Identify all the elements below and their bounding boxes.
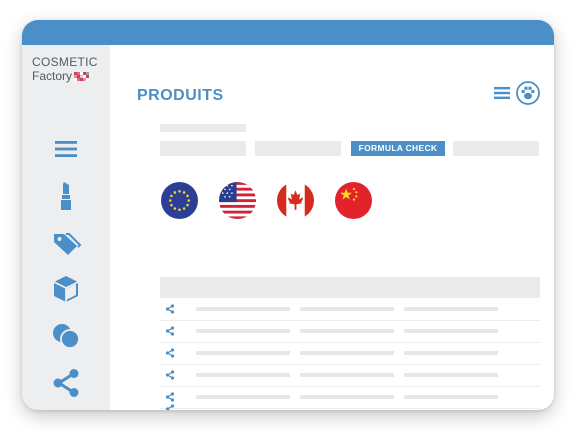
canada-flag-icon[interactable] xyxy=(277,182,314,219)
tags-icon[interactable] xyxy=(50,228,82,260)
share-icon[interactable] xyxy=(165,326,175,336)
share-icon[interactable] xyxy=(50,367,82,399)
table-cell xyxy=(196,373,290,377)
share-icon[interactable] xyxy=(165,304,175,314)
sidebar: COSMETIC Factory xyxy=(22,45,110,410)
table-cell xyxy=(300,329,394,333)
table-cell xyxy=(404,307,498,311)
table-cell xyxy=(404,395,498,399)
table-cell xyxy=(300,395,394,399)
share-icon[interactable] xyxy=(165,392,175,402)
china-flag-icon[interactable] xyxy=(335,182,372,219)
share-icon[interactable] xyxy=(165,404,175,410)
table-cell xyxy=(404,351,498,355)
region-flags xyxy=(161,182,372,219)
table-row[interactable] xyxy=(160,404,540,410)
paw-icon[interactable] xyxy=(516,81,540,105)
table-cell xyxy=(404,373,498,377)
app-window: COSMETIC Factory PRODUITS FORMULA CHECK xyxy=(22,20,554,410)
menu-icon[interactable] xyxy=(494,86,510,100)
table-row[interactable] xyxy=(160,320,540,343)
table-header xyxy=(160,277,540,298)
table-row[interactable] xyxy=(160,342,540,365)
brand-line1: COSMETIC xyxy=(32,55,98,69)
lipstick-icon[interactable] xyxy=(50,179,82,211)
table-cell xyxy=(196,329,290,333)
logo-pixel-icon xyxy=(74,71,90,81)
skeleton-heading xyxy=(160,124,246,132)
circles-icon[interactable] xyxy=(50,320,82,352)
tab-placeholder-3[interactable] xyxy=(453,141,539,156)
table-cell xyxy=(196,307,290,311)
table-row[interactable] xyxy=(160,364,540,387)
page-title: PRODUITS xyxy=(137,87,224,104)
us-flag-icon[interactable] xyxy=(219,182,256,219)
menu-icon[interactable] xyxy=(50,133,82,165)
table-cell xyxy=(300,351,394,355)
table-cell xyxy=(196,395,290,399)
brand-logo[interactable]: COSMETIC Factory xyxy=(32,55,104,83)
tab-placeholder-1[interactable] xyxy=(160,141,246,156)
table-row[interactable] xyxy=(160,298,540,321)
table-cell xyxy=(196,351,290,355)
table-cell xyxy=(300,307,394,311)
table-cell xyxy=(404,329,498,333)
table-cell xyxy=(300,373,394,377)
eu-flag-icon[interactable] xyxy=(161,182,198,219)
share-icon[interactable] xyxy=(165,348,175,358)
title-bar xyxy=(22,20,554,45)
share-icon[interactable] xyxy=(165,370,175,380)
tab-placeholder-2[interactable] xyxy=(255,141,341,156)
box-icon[interactable] xyxy=(50,273,82,305)
tab-formula-check[interactable]: FORMULA CHECK xyxy=(351,141,445,156)
table-row[interactable] xyxy=(160,386,540,409)
main-content: PRODUITS FORMULA CHECK xyxy=(110,45,554,410)
brand-line2: Factory xyxy=(32,69,73,83)
